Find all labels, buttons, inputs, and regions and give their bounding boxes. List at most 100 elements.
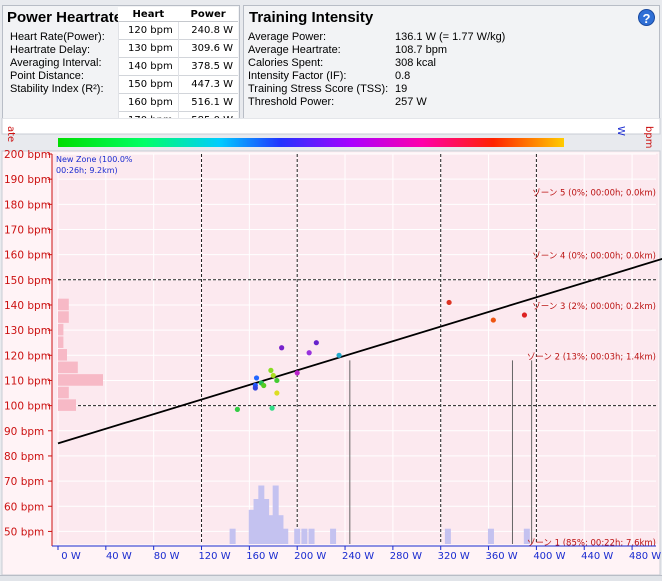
y-axis-tick-label: 70 bpm [4, 476, 44, 488]
stat-label-calories: Calories Spent: [248, 57, 324, 69]
stat-label-tss: Training Stress Score (TSS): [248, 83, 389, 95]
power-histogram-bar [487, 528, 494, 544]
stat-label-threshold-power: Threshold Power: [248, 96, 335, 108]
column-header-heart[interactable]: Heart [118, 7, 179, 22]
plot-area [52, 154, 658, 544]
training-intensity-values: 136.1 W (= 1.77 W/kg) 108.7 bpm 308 kcal… [395, 31, 505, 109]
hr-histogram-bar [58, 361, 78, 374]
strip-mark-label: bpm [643, 126, 654, 148]
x-axis-tick-label: 280 W [390, 551, 422, 562]
x-axis-tick-label: 120 W [198, 551, 230, 562]
label-averaging-interval: Averaging Interval: [10, 57, 102, 69]
data-point [521, 312, 528, 318]
stat-value-intensity-factor: 0.8 [395, 70, 411, 82]
power-heartrate-title: Power Heartrate [7, 9, 123, 26]
y-axis-tick-label: 120 bpm [4, 350, 51, 362]
table-header-row: Heart Power [118, 7, 238, 22]
hr-histogram-bar [58, 374, 103, 386]
strip-mark-label: ate [5, 126, 16, 142]
table-cell-power: 240.8 W [177, 21, 238, 40]
table-row[interactable]: 140 bpm 378.5 W [118, 57, 238, 76]
data-point [253, 375, 260, 381]
stat-value-average-heartrate: 108.7 bpm [395, 44, 447, 56]
table-row[interactable]: 130 bpm 309.6 W [118, 39, 238, 58]
stat-label-average-power: Average Power: [248, 31, 327, 43]
hr-histogram-bar [58, 349, 67, 361]
power-heartrate-chart[interactable]: ate Wbpm ゾーン 5 (0%; 00:00h; 0.0km) ゾーン 4 (… [0, 118, 662, 575]
data-point [313, 340, 319, 346]
y-axis-tick-label: 180 bpm [4, 199, 51, 211]
power-histogram-bar [294, 528, 301, 544]
y-axis-tick-label: 50 bpm [4, 526, 44, 538]
stat-value-average-power: 136.1 W (= 1.77 W/kg) [395, 31, 506, 43]
training-intensity-title: Training Intensity [249, 9, 374, 26]
x-axis-tick-label: 0 W [61, 551, 81, 562]
y-axis-tick-label: 90 bpm [4, 426, 44, 438]
table-row[interactable]: 160 bpm 516.1 W [118, 93, 238, 112]
table-cell-heart: 150 bpm [118, 75, 179, 94]
table-row[interactable]: 150 bpm 447.3 W [118, 75, 238, 94]
table-cell-heart: 140 bpm [118, 57, 179, 76]
data-point [261, 382, 267, 389]
data-point [294, 370, 300, 376]
x-axis-tick-label: 400 W [533, 551, 565, 562]
zone-label: ゾーン 4 (0%; 00:00h; 0.0km) [532, 252, 656, 262]
training-intensity-labels: Average Power: Average Heartrate: Calori… [248, 31, 388, 109]
data-point [446, 299, 452, 306]
data-point [268, 367, 274, 373]
power-histogram-bar [229, 528, 236, 544]
data-point [252, 385, 258, 391]
y-axis-tick-label: 100 bpm [4, 401, 51, 413]
x-axis-tick-label: 200 W [294, 551, 326, 562]
label-heart-rate-power: Heart Rate(Power): [10, 31, 105, 43]
help-icon[interactable]: ? [638, 9, 655, 26]
strip-mark-label: W [615, 126, 626, 136]
hr-histogram-bar [58, 399, 76, 411]
table-cell-power: 516.1 W [177, 93, 238, 112]
zone-label: ゾーン 1 (85%; 00:22h; 7.6km) [527, 538, 656, 548]
hr-histogram-bar [58, 386, 69, 399]
zone-label: ゾーン 5 (0%; 00:00h; 0.0km) [532, 189, 656, 199]
data-point [274, 390, 280, 396]
power-histogram-bar [330, 528, 337, 544]
y-axis-tick-label: 140 bpm [4, 300, 51, 312]
x-axis-tick-label: 440 W [581, 551, 613, 562]
data-point [274, 377, 280, 384]
y-axis-tick-label: 130 bpm [4, 325, 51, 337]
stat-value-tss: 19 [395, 83, 408, 95]
x-axis-tick-label: 80 W [154, 551, 180, 562]
new-zone-label-line: 00:26h; 9.2km) [56, 166, 118, 175]
zone-label: ゾーン 2 (13%; 00:03h; 1.4km) [527, 352, 656, 362]
power-histogram-bar [282, 528, 289, 544]
stat-label-intensity-factor: Intensity Factor (IF): [248, 70, 347, 82]
power-heartrate-labels: Heart Rate(Power): Heartrate Delay: Aver… [10, 31, 105, 96]
table-cell-power: 447.3 W [177, 75, 238, 94]
y-axis-tick-label: 190 bpm [4, 174, 51, 186]
data-point [270, 372, 276, 379]
stat-label-average-heartrate: Average Heartrate: [248, 44, 341, 56]
data-point [279, 345, 285, 351]
x-axis-tick-label: 320 W [438, 551, 470, 562]
y-axis-tick-label: 60 bpm [4, 501, 44, 513]
y-axis-tick-label: 170 bpm [4, 224, 51, 236]
stat-value-threshold-power: 257 W [395, 96, 427, 108]
x-axis-tick-label: 240 W [342, 551, 374, 562]
data-point [269, 405, 275, 411]
power-histogram-bar [308, 528, 315, 544]
y-axis-tick-label: 200 bpm [4, 149, 51, 161]
y-axis-tick-label: 160 bpm [4, 250, 51, 262]
y-axis-tick-label: 150 bpm [4, 275, 51, 287]
heart-power-table: Heart Power 120 bpm 240.8 W 130 bpm 309.6 … [118, 7, 238, 129]
x-axis-tick-label: 480 W [629, 551, 661, 562]
column-header-power[interactable]: Power [178, 7, 238, 22]
label-heartrate-delay: Heartrate Delay: [10, 44, 91, 56]
data-point [234, 406, 240, 412]
data-point [306, 350, 312, 356]
x-axis-tick-label: 160 W [246, 551, 278, 562]
data-point [336, 352, 342, 358]
table-row[interactable]: 120 bpm 240.8 W [118, 21, 238, 40]
table-cell-heart: 160 bpm [118, 93, 179, 112]
data-point [490, 317, 496, 323]
x-axis-tick-label: 360 W [485, 551, 517, 562]
hr-histogram-bar [58, 311, 69, 323]
